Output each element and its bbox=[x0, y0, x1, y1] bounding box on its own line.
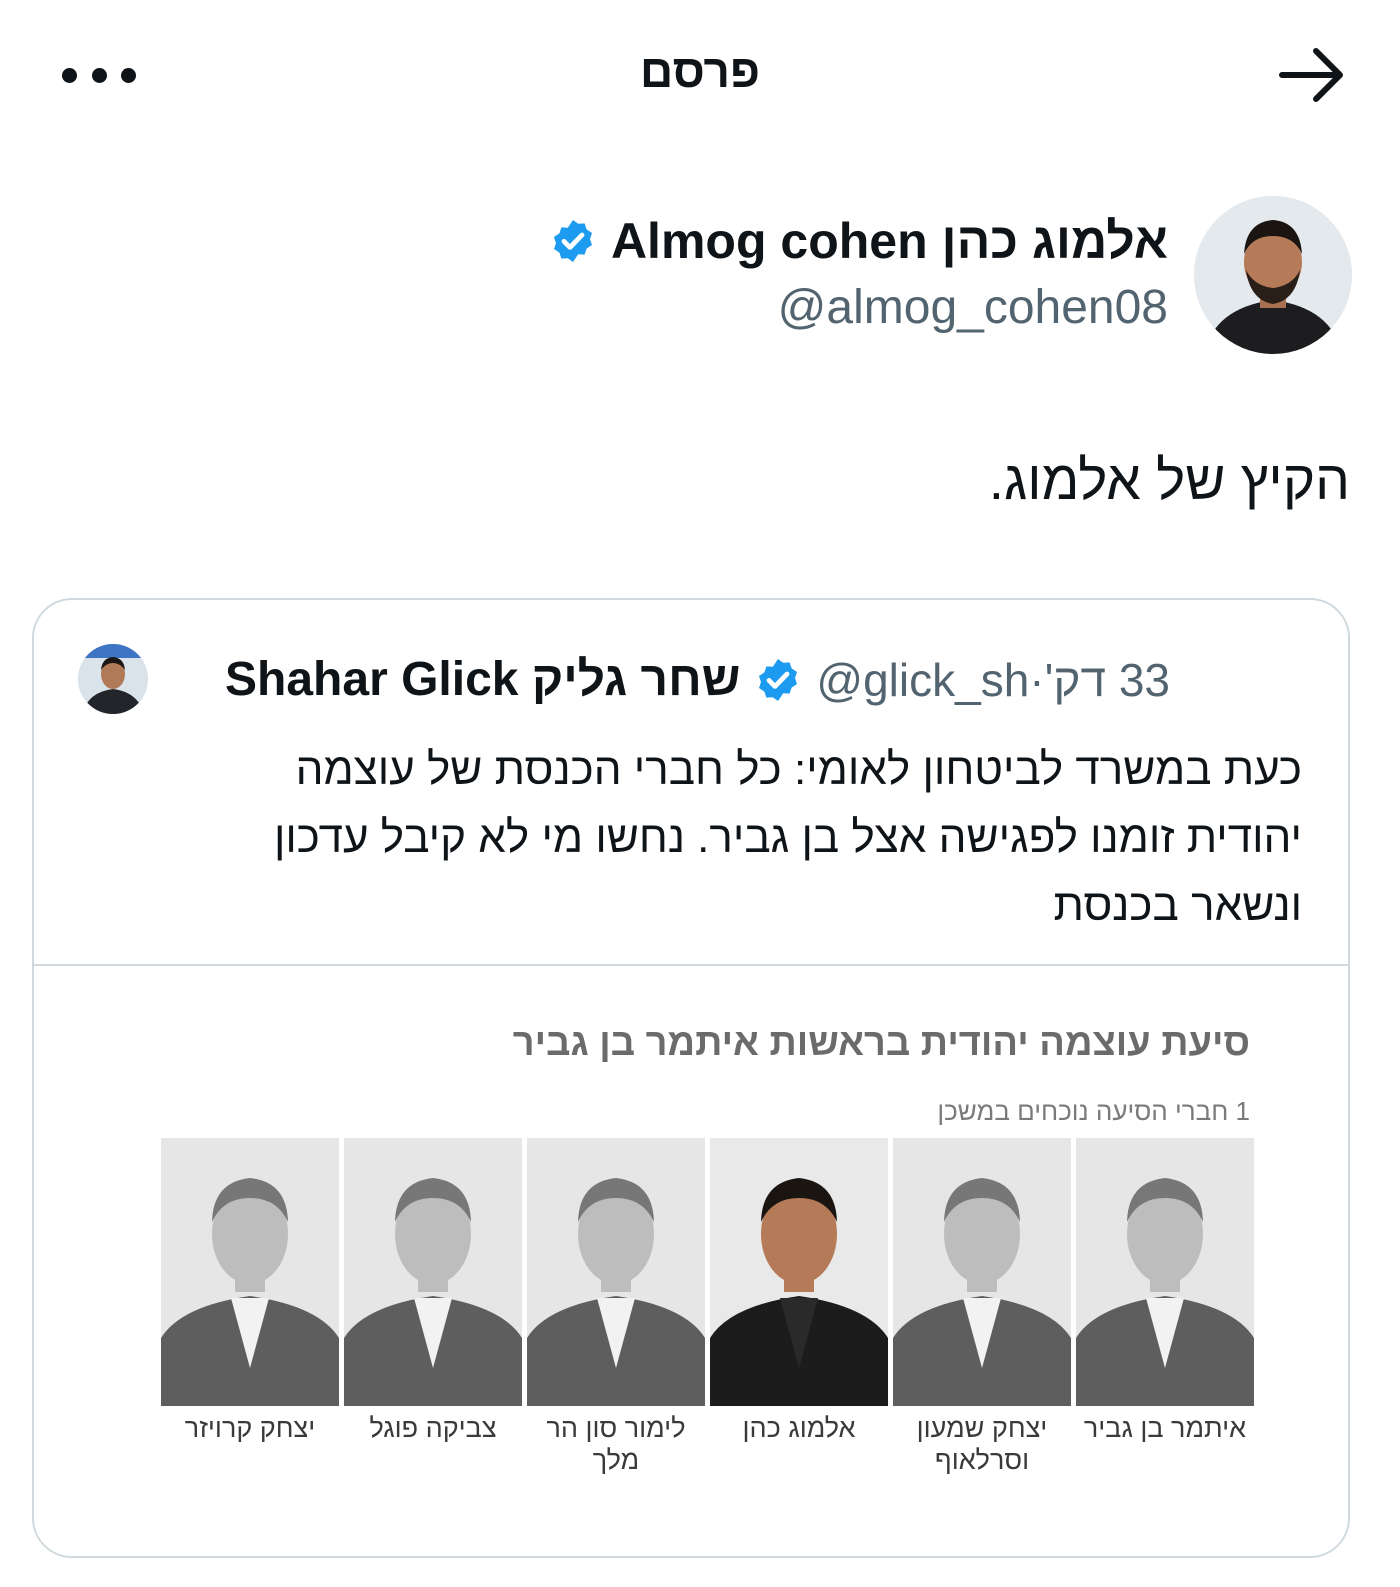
quoted-time[interactable]: 33 דק' bbox=[1045, 654, 1170, 706]
member-photo bbox=[710, 1138, 888, 1406]
member-photo bbox=[344, 1138, 522, 1406]
avatar-photo bbox=[1194, 196, 1352, 354]
quoted-handle[interactable]: @glick_sh bbox=[816, 654, 1029, 706]
quoted-handle-time: @glick_sh·33 דק' bbox=[816, 653, 1170, 707]
quoted-tweet-image[interactable]: סיעת עוצמה יהודית בראשות איתמר בן גביר 1… bbox=[34, 966, 1348, 1556]
members-strip: איתמר בן גביר יצחק שמעון וסרלאוף אלמוג כהן… bbox=[160, 1138, 1254, 1518]
member-name: אלמוג כהן bbox=[742, 1413, 856, 1443]
quoted-author-name[interactable]: Shahar Glick שחר גליק bbox=[225, 652, 740, 707]
author-avatar[interactable] bbox=[1194, 196, 1352, 354]
image-title: סיעת עוצמה יהודית בראשות איתמר בן גביר bbox=[512, 1022, 1250, 1064]
member-photo bbox=[1076, 1138, 1254, 1406]
separator-dot: · bbox=[1029, 653, 1045, 706]
quoted-tweet-header: Shahar Glick שחר גליק @glick_sh·33 דק' bbox=[225, 652, 1170, 707]
verified-badge-icon bbox=[759, 658, 798, 701]
arrow-right-icon bbox=[1279, 48, 1343, 102]
member-name: צביקה פוגל bbox=[369, 1413, 497, 1443]
author-name-row: Almog cohen אלמוג כהן bbox=[549, 212, 1168, 270]
image-subtitle: 1 חברי הסיעה נוכחים במשכן bbox=[937, 1096, 1250, 1126]
author-display-name[interactable]: Almog cohen אלמוג כהן bbox=[611, 212, 1168, 270]
member-name: יצחק שמעון וסרלאוף bbox=[916, 1413, 1048, 1475]
member-name: יצחק קרויזר bbox=[184, 1413, 316, 1443]
member-card: אלמוג כהן bbox=[710, 1138, 888, 1444]
post-text: הקיץ של אלמוג. bbox=[988, 449, 1350, 511]
member-card: איתמר בן גביר bbox=[1076, 1138, 1254, 1444]
quoted-text-line: יהודית זומנו לפגישה אצל בן גביר. נחשו מי… bbox=[273, 813, 1302, 862]
member-card: צביקה פוגל bbox=[344, 1138, 522, 1444]
page-title: פרסם bbox=[640, 45, 760, 97]
author-handle[interactable]: @almog_cohen08 bbox=[778, 280, 1168, 335]
member-card: יצחק שמעון וסרלאוף bbox=[893, 1138, 1071, 1476]
member-card: לימור סון הר מלך bbox=[527, 1138, 705, 1476]
quoted-text-line: כעת במשרד לביטחון לאומי: כל חברי הכנסת ש… bbox=[295, 745, 1302, 794]
quoted-text-line: ונשאר בכנסת bbox=[1053, 881, 1302, 930]
quoted-author-avatar bbox=[78, 644, 148, 714]
member-card: יצחק קרויזר bbox=[161, 1138, 339, 1444]
member-name: איתמר בן גביר bbox=[1083, 1413, 1247, 1443]
back-button[interactable] bbox=[1278, 44, 1348, 106]
quoted-tweet-text: כעת במשרד לביטחון לאומי: כל חברי הכנסת ש… bbox=[152, 736, 1302, 940]
quoted-tweet-card[interactable]: Shahar Glick שחר גליק @glick_sh·33 דק' כ… bbox=[32, 598, 1350, 1558]
member-photo bbox=[161, 1138, 339, 1406]
verified-badge-icon bbox=[553, 220, 592, 262]
member-photo bbox=[527, 1138, 705, 1406]
member-photo bbox=[893, 1138, 1071, 1406]
member-name: לימור סון הר מלך bbox=[546, 1413, 686, 1475]
avatar-photo bbox=[78, 644, 148, 714]
